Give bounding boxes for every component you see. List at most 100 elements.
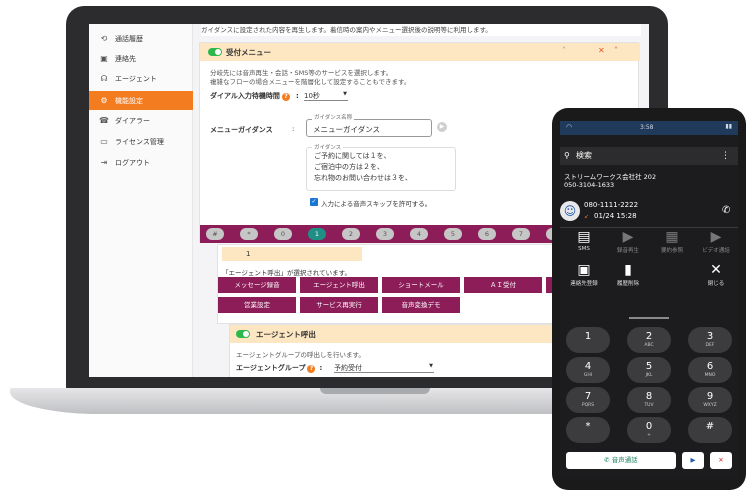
keypad-key[interactable]: 3 DEF (688, 327, 732, 353)
dial-key[interactable]: 5 (444, 228, 462, 240)
close-action[interactable]: ✕ 閉じる (694, 262, 738, 287)
video-icon: ▶ (690, 456, 696, 464)
guidance-name-small-label: ガイダンス名称 (312, 113, 355, 121)
status-bar: ◠ 3:58 ▮▮ (560, 121, 738, 135)
action-label: 要約参照 (660, 248, 683, 254)
dial-key-active[interactable]: 1 (308, 228, 326, 240)
phone-icon[interactable]: ✆ (722, 205, 730, 216)
key-digit: 2 (645, 331, 653, 342)
wifi-icon: ◠ (566, 123, 573, 131)
key-digit: 4 (584, 361, 592, 372)
sidebar-item-history[interactable]: ⟲ 通話履歴 (89, 30, 193, 48)
company-name: ストリームワークス会社社 202 (564, 173, 657, 181)
sidebar: ⟲ 通話履歴 ▣ 連絡先 ☊ エージェント ⚙ 機能設定 ☎ ダイアラー ▭ ライセンス管理… (89, 24, 193, 377)
sidebar-item-license[interactable]: ▭ ライセンス管理 (89, 133, 193, 151)
service-button[interactable]: ショートメール (382, 277, 460, 293)
keypad-key[interactable]: 7 PQRS (566, 387, 610, 413)
action-label: SMS (578, 246, 590, 252)
keypad-key[interactable]: 8 TUV (627, 387, 671, 413)
voice-call-button[interactable]: ✆ 音声通話 (566, 452, 676, 469)
keypad-key[interactable]: 1 (566, 327, 610, 353)
chevron-down-icon: ▼ (343, 91, 347, 97)
keypad-key[interactable]: # (688, 417, 732, 443)
trash-icon: ▮ (624, 262, 632, 278)
laptop-notch (320, 388, 430, 394)
keypad-key[interactable]: 9 WXYZ (688, 387, 732, 413)
gear-icon: ⚙ (100, 95, 108, 105)
keypad-key[interactable]: 4 GHI (566, 357, 610, 383)
dial-key[interactable]: 3 (376, 228, 394, 240)
dial-key[interactable]: 6 (478, 228, 496, 240)
dial-key[interactable]: # (206, 228, 224, 240)
incoming-arrow-icon: ↙ (584, 213, 590, 220)
service-button[interactable]: エージェント呼出 (300, 277, 378, 293)
sidebar-item-dialer[interactable]: ☎ ダイアラー (89, 112, 193, 130)
close-icon[interactable]: ✕ (598, 46, 605, 55)
agent-enable-toggle[interactable] (236, 330, 250, 338)
search-bar[interactable]: ⚲ 検索 ⋮ (560, 147, 738, 165)
sidebar-item-settings[interactable]: ⚙ 機能設定 (89, 91, 193, 110)
menu-enable-toggle[interactable] (208, 48, 222, 56)
collapse-icon[interactable]: ˄ (614, 46, 618, 55)
guidance-name-field[interactable]: メニューガイダンス (306, 119, 432, 137)
agent-group-select[interactable]: 予約受付 ▼ (334, 363, 434, 373)
menu-card-header: 受付メニュー ˄ ✕ ˄ (200, 43, 640, 61)
service-button[interactable]: サービス再実行 (300, 297, 378, 313)
divider (560, 227, 738, 228)
key-digit: 8 (645, 391, 653, 402)
sidebar-item-logout[interactable]: ⇥ ログアウト (89, 154, 193, 172)
key-digit: 0 (645, 421, 653, 432)
keypad-key[interactable]: * (566, 417, 610, 443)
service-button[interactable]: ＡＩ受付 (464, 277, 542, 293)
video-call-button[interactable]: ▶ (682, 452, 704, 469)
dial-key[interactable]: 2 (342, 228, 360, 240)
key-letters: GHI (583, 373, 593, 378)
dial-key[interactable]: * (240, 228, 258, 240)
dial-key[interactable]: 4 (410, 228, 428, 240)
delete-history-action[interactable]: ▮ 履歴削除 (606, 262, 650, 287)
sidebar-item-label: ライセンス管理 (115, 138, 164, 146)
skip-checkbox[interactable]: ✓ (310, 198, 318, 206)
keypad-key[interactable]: 2 ABC (627, 327, 671, 353)
end-call-button[interactable]: ✕ (710, 452, 732, 469)
headset-icon: ☊ (100, 74, 108, 83)
branch-number: 1 (222, 247, 362, 261)
status-time: 3:58 (640, 124, 654, 131)
help-icon[interactable]: ? (307, 365, 316, 373)
service-button[interactable]: 音声変換デモ (382, 297, 460, 313)
chevron-up-icon[interactable]: ˄ (562, 46, 566, 55)
action-label: 録音再生 (616, 248, 639, 254)
wait-time-select[interactable]: 10秒 ▼ (304, 91, 348, 101)
sidebar-item-label: ログアウト (115, 159, 150, 167)
keypad-key[interactable]: 5 JKL (627, 357, 671, 383)
dial-key[interactable]: 7 (512, 228, 530, 240)
agent-group-label: エージェントグループ?: (236, 363, 322, 373)
agent-group-label-text: エージェントグループ (236, 364, 306, 372)
key-digit: 7 (584, 391, 592, 402)
summary-action[interactable]: ▦ 要約参照 (650, 229, 694, 254)
play-icon[interactable]: ▶ (437, 122, 447, 132)
action-label: 連絡先登録 (570, 281, 598, 287)
guidance-small-label: ガイダンス (312, 143, 344, 151)
video-call-action[interactable]: ▶ ビデオ通話 (694, 229, 738, 254)
agent-group-value: 予約受付 (334, 364, 362, 372)
help-icon[interactable]: ? (281, 93, 290, 101)
service-button[interactable]: 営業設定 (218, 297, 296, 313)
sidebar-item-agent[interactable]: ☊ エージェント (89, 70, 193, 88)
keypad-key[interactable]: 6 MNO (688, 357, 732, 383)
call-time: 01/24 15:28 (594, 212, 637, 220)
service-button[interactable]: メッセージ録音 (218, 277, 296, 293)
add-contact-action[interactable]: ▣ 連絡先登録 (562, 262, 606, 287)
more-icon[interactable]: ⋮ (721, 147, 730, 165)
sidebar-item-contacts[interactable]: ▣ 連絡先 (89, 50, 193, 68)
sms-action[interactable]: ▤ SMS (562, 229, 606, 252)
play-recording-action[interactable]: ▶ 録音再生 (606, 229, 650, 254)
call-history-row[interactable]: ☺ 080-1111-2222 ↙ 01/24 15:28 ✆ (560, 199, 738, 225)
keypad-key[interactable]: 0 + (627, 417, 671, 443)
guidance-line-2: ご宿泊中の方は２を、 (314, 163, 384, 171)
guidance-line-1: ご予約に関しては１を、 (314, 152, 391, 160)
voice-call-label: 音声通話 (611, 456, 638, 464)
sidebar-item-label: ダイアラー (115, 117, 150, 125)
key-letters: JKL (645, 373, 653, 378)
dial-key[interactable]: 0 (274, 228, 292, 240)
